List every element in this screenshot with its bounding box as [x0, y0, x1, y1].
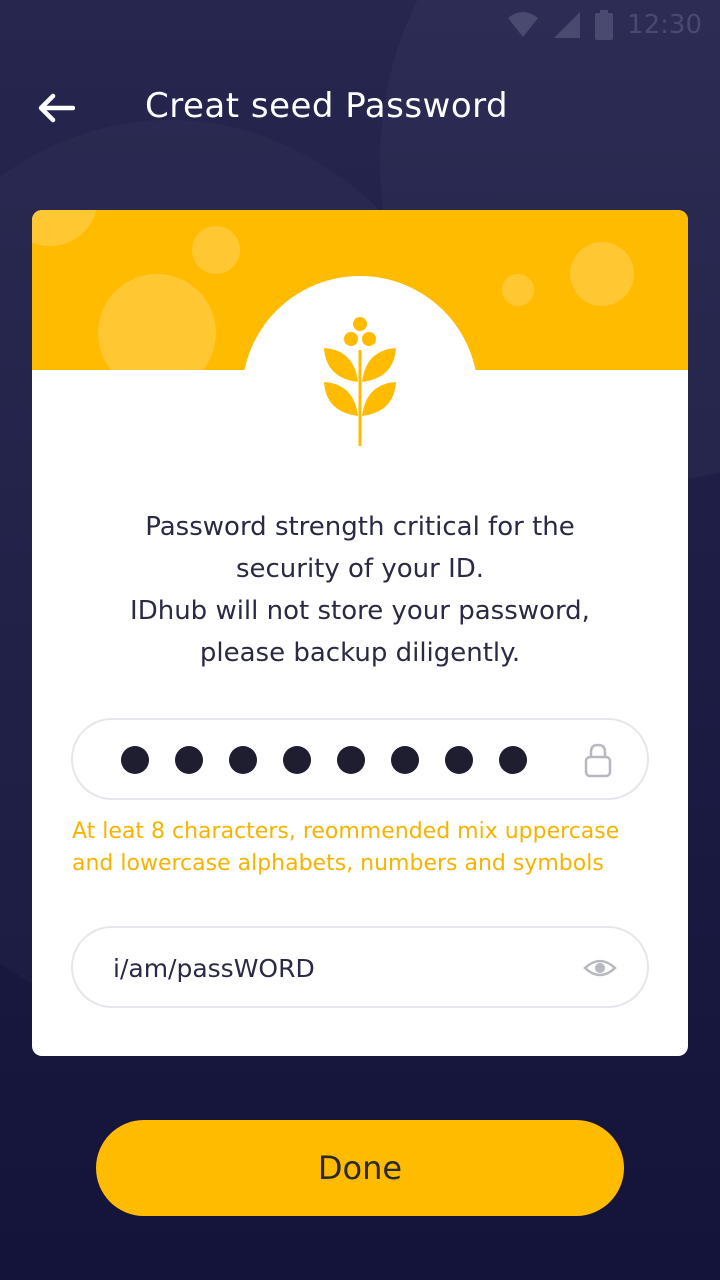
security-description: Password strength critical for the secur…	[32, 506, 688, 674]
description-line: security of your ID.	[235, 554, 485, 584]
password-dot	[337, 746, 365, 774]
password-hint-field[interactable]	[71, 926, 649, 1008]
header: Creat seed Password	[0, 70, 720, 146]
sprout-icon	[324, 317, 396, 446]
masked-password	[121, 746, 527, 774]
back-button[interactable]	[30, 84, 82, 132]
battery-icon	[595, 10, 614, 40]
password-card: Password strength critical for the secur…	[32, 210, 688, 1056]
decor-bubble	[32, 210, 98, 246]
decor-bubble	[502, 274, 534, 306]
decor-bubble	[570, 242, 634, 306]
decor-bubble	[192, 226, 240, 274]
password-dot	[175, 746, 203, 774]
rule-line: At leat 8 characters, reommended mix upp…	[72, 819, 620, 844]
password-dot	[283, 746, 311, 774]
page-title: Creat seed Password	[145, 86, 509, 126]
signal-icon	[554, 12, 581, 38]
arrow-left-icon	[38, 93, 75, 123]
status-bar: 12:30	[0, 0, 720, 50]
eye-icon[interactable]	[583, 954, 617, 982]
wifi-icon	[508, 12, 539, 37]
password-dot	[229, 746, 257, 774]
decor-bubble	[98, 274, 216, 370]
password-dot	[391, 746, 419, 774]
rule-line: and lowercase alphabets, numbers and sym…	[72, 851, 604, 876]
password-hint-input[interactable]	[113, 950, 553, 986]
password-field[interactable]	[71, 718, 649, 800]
status-time: 12:30	[627, 10, 702, 40]
description-line: IDhub will not store your password,	[130, 596, 590, 626]
password-dot	[499, 746, 527, 774]
password-dot	[445, 746, 473, 774]
password-dot	[121, 746, 149, 774]
password-rule-hint: At leat 8 characters, reommended mix upp…	[72, 816, 672, 880]
done-button[interactable]: Done	[96, 1120, 624, 1216]
description-line: please backup diligently.	[199, 638, 521, 668]
description-line: Password strength critical for the	[145, 512, 575, 542]
lock-icon	[584, 743, 612, 778]
